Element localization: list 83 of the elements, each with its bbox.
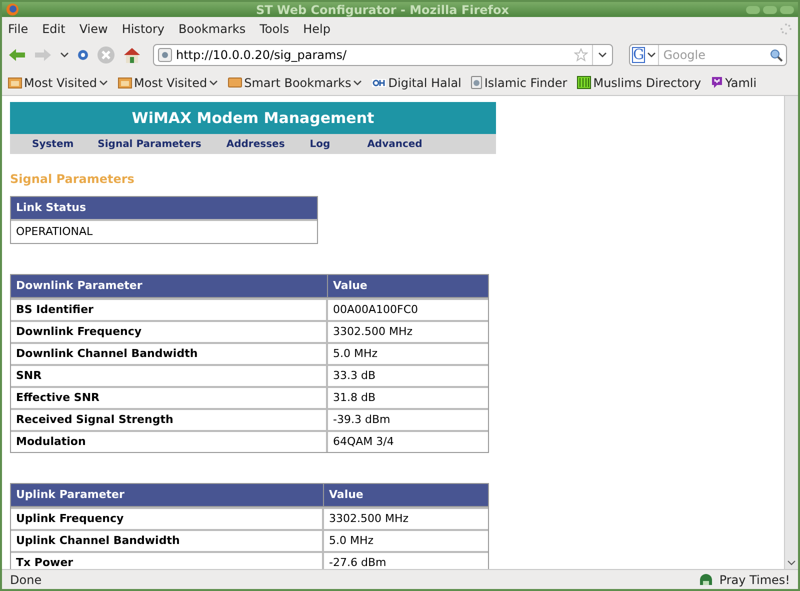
caret-icon [60, 52, 69, 58]
table-cell-text: 3302.500 MHz [328, 510, 410, 527]
stop-icon[interactable] [97, 46, 115, 64]
bookmark-item[interactable]: Digital Halal [372, 74, 462, 92]
table-cell: Uplink Channel Bandwidth [11, 531, 324, 551]
bookmark-item[interactable]: Most Visited [118, 74, 218, 92]
menu-item[interactable]: Bookmarks [178, 20, 246, 38]
table-cell: Uplink Frequency [11, 509, 324, 529]
table-cell: Downlink Channel Bandwidth [11, 344, 328, 364]
table-cell-text: 3302.500 MHz [332, 324, 414, 340]
table-cell-text: 5.0 MHz [328, 532, 375, 549]
column-header: Link Status [11, 197, 317, 219]
menu-item[interactable]: View [79, 20, 108, 38]
folder-icon [8, 76, 22, 89]
addon-status[interactable]: Pray Times! [699, 570, 790, 588]
window-title: ST Web Configurator - Mozilla Firefox [255, 2, 510, 18]
mosque-icon [699, 573, 714, 586]
table-cell: Modulation [11, 432, 328, 452]
throbber-icon [780, 22, 792, 34]
back-arrow-icon[interactable] [8, 48, 26, 62]
caret-icon [598, 52, 607, 58]
menu-item[interactable]: Tools [260, 20, 290, 38]
table-cell-text: 31.8 dB [332, 390, 377, 406]
status-text: Done [10, 572, 43, 588]
menu-item[interactable]: Help [303, 20, 330, 38]
table-cell: OPERATIONAL [11, 219, 317, 243]
search-field[interactable]: G Google [629, 44, 787, 66]
address-field[interactable]: http://10.0.0.20/sig_params/ [153, 44, 613, 66]
table-cell-text: 64QAM 3/4 [332, 434, 395, 450]
maximize-button[interactable] [763, 6, 777, 14]
forward-arrow-icon[interactable] [34, 48, 52, 62]
column-header: Downlink Parameter [11, 275, 328, 297]
table-cell: SNR [11, 366, 328, 386]
url-text: http://10.0.0.20/sig_params/ [176, 47, 348, 64]
folder-icon [228, 77, 242, 88]
folder-icon [118, 76, 132, 89]
table-cell: Tx Power [11, 553, 324, 569]
engine-selector[interactable]: G [630, 45, 660, 65]
table-cell: Effective SNR [11, 388, 328, 408]
table-cell-text: 00A00A100FC0 [332, 302, 420, 318]
logo-icon [372, 78, 386, 86]
site-icon [158, 48, 172, 62]
search-input[interactable]: Google [659, 46, 770, 64]
table-cell: BS Identifier [11, 300, 328, 320]
column-header: Value [332, 278, 368, 294]
menu-item[interactable]: History [122, 20, 165, 38]
bookmark-item[interactable]: Islamic Finder [471, 74, 568, 92]
home-icon[interactable] [123, 47, 141, 63]
menu-item[interactable]: Edit [42, 20, 66, 38]
chat-icon [711, 76, 724, 89]
caret-icon [647, 52, 656, 58]
reload-icon[interactable] [77, 49, 89, 61]
barcode-icon [577, 76, 592, 89]
bookmark-item[interactable]: Most Visited [8, 74, 108, 92]
star-icon[interactable] [574, 48, 588, 62]
menu-item[interactable]: File [8, 20, 28, 38]
table-cell: Downlink Frequency [11, 322, 328, 342]
table-cell-text: 33.3 dB [332, 368, 377, 384]
table-cell-text: -39.3 dBm [332, 412, 392, 428]
caret-icon [209, 80, 218, 86]
banner: WiMAX Modem Management [10, 102, 496, 134]
bookmark-item[interactable]: Smart Bookmarks [228, 74, 362, 92]
close-button[interactable] [780, 6, 794, 14]
table-cell-text: -27.6 dBm [328, 554, 388, 569]
nav-link[interactable]: Signal Parameters [98, 136, 202, 152]
browser-logo-icon [6, 3, 19, 16]
nav-link[interactable]: Log [310, 136, 330, 152]
page-heading: Signal Parameters [10, 171, 134, 188]
column-header: Value [328, 486, 364, 503]
nav-link[interactable]: Advanced [367, 136, 422, 152]
caret-icon [99, 80, 108, 86]
scrollbar[interactable] [784, 96, 798, 569]
nav-link[interactable]: System [32, 136, 74, 152]
search-icon[interactable] [770, 48, 783, 62]
minimize-button[interactable] [746, 6, 760, 14]
page-icon [471, 76, 482, 89]
column-header: Uplink Parameter [11, 484, 324, 506]
table-cell-text: 5.0 MHz [332, 346, 379, 362]
caret-icon [353, 80, 362, 86]
nav-link[interactable]: Addresses [226, 136, 285, 152]
bookmark-item[interactable]: Muslims Directory [577, 74, 702, 92]
table-cell: Received Signal Strength [11, 410, 328, 430]
bookmark-item[interactable]: Yamli [711, 74, 757, 92]
